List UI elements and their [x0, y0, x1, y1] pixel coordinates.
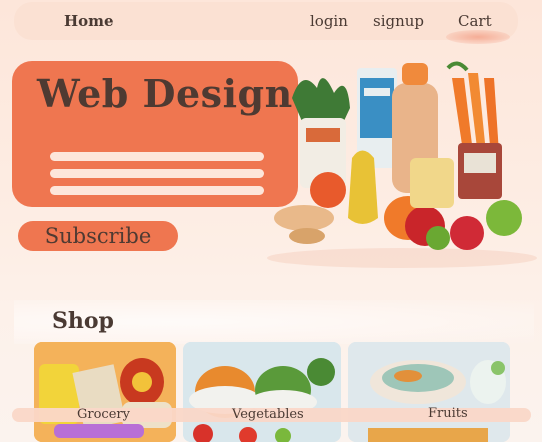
hero-title: Web Design [37, 71, 293, 116]
category-label-grocery[interactable]: Grocery [77, 407, 130, 422]
category-card-fruits[interactable] [348, 342, 510, 442]
nav-cart-link[interactable]: Cart [458, 12, 492, 30]
category-label-fruits[interactable]: Fruits [428, 406, 468, 421]
fruits-image [348, 342, 510, 442]
nav-signup-link[interactable]: signup [373, 12, 424, 30]
cart-glow-decoration [446, 30, 510, 44]
vegetables-image [183, 342, 341, 442]
hero-produce-image [267, 61, 537, 268]
shop-title: Shop [52, 308, 114, 334]
category-label-vegetables[interactable]: Vegetables [232, 407, 304, 422]
nav-login-link[interactable]: login [310, 12, 348, 30]
text-placeholder-line [50, 186, 264, 195]
grocery-image [34, 342, 176, 442]
text-placeholder-line [50, 169, 264, 178]
subscribe-button[interactable]: Subscribe [18, 221, 178, 251]
hero-card: Web Design [12, 61, 298, 207]
category-card-vegetables[interactable] [183, 342, 341, 442]
category-card-grocery[interactable] [34, 342, 176, 442]
nav-home-link[interactable]: Home [64, 12, 114, 30]
top-nav: Home login signup Cart [14, 2, 518, 40]
text-placeholder-line [50, 152, 264, 161]
